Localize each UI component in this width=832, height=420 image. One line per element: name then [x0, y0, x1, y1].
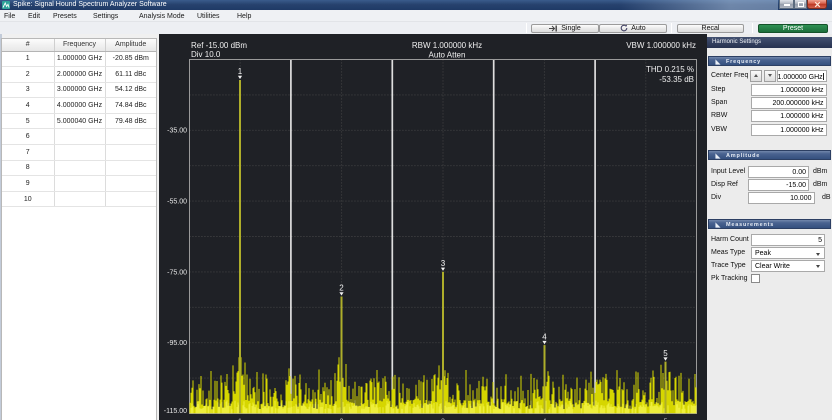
svg-text:1: 1: [238, 67, 243, 76]
svg-text:-115.00: -115.00: [164, 408, 187, 415]
svg-text:3: 3: [441, 259, 446, 268]
svg-text:Auto Atten: Auto Atten: [429, 51, 466, 60]
svg-text:RBW 1.000000 kHz: RBW 1.000000 kHz: [412, 41, 482, 50]
svg-text:-55.00: -55.00: [167, 199, 187, 206]
svg-text:-35.00: -35.00: [167, 128, 187, 135]
svg-text:2: 2: [339, 284, 344, 293]
svg-text:Ref -15.00 dBm: Ref -15.00 dBm: [191, 41, 247, 50]
svg-text:-95.00: -95.00: [167, 340, 187, 347]
svg-text:VBW 1.000000 kHz: VBW 1.000000 kHz: [626, 41, 696, 50]
svg-text:-75.00: -75.00: [167, 269, 187, 276]
svg-text:THD 0.215 %: THD 0.215 %: [646, 65, 694, 74]
svg-text:5: 5: [663, 349, 668, 358]
svg-text:4: 4: [542, 332, 547, 341]
svg-text:Div 10.0: Div 10.0: [191, 50, 221, 59]
svg-text:-53.35 dB: -53.35 dB: [659, 75, 694, 84]
